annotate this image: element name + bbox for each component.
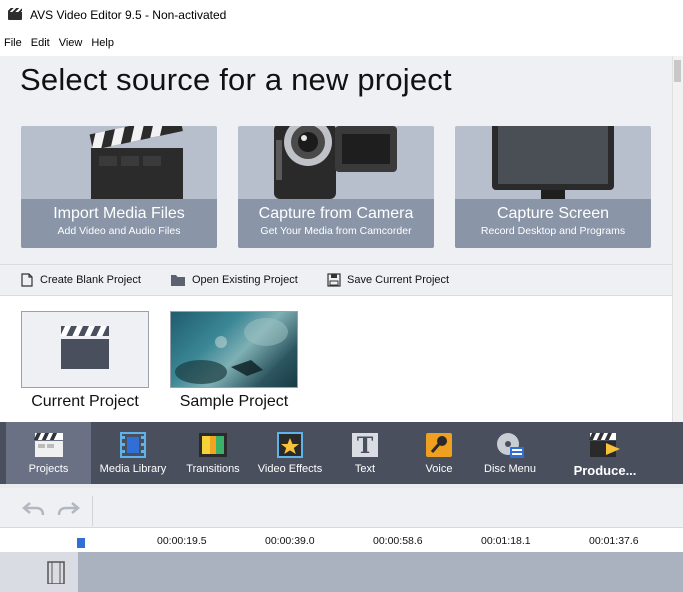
action-label: Open Existing Project [192,274,298,286]
text-icon: T [352,433,378,459]
ruler-tick: 00:01:18.1 [481,535,531,547]
disc-icon [497,433,524,458]
capture-screen-card[interactable]: Capture Screen Record Desktop and Progra… [455,126,651,248]
ruler-tick: 00:01:37.6 [589,535,639,547]
tab-label: Disc Menu [484,463,536,475]
timeline-area: 00:00:19.5 00:00:39.0 00:00:58.6 00:01:1… [0,484,683,592]
title-bar: AVS Video Editor 9.5 - Non-activated [0,0,683,30]
tab-label: Media Library [99,463,167,475]
card-title: Capture from Camera [258,205,414,222]
folder-icon [171,275,185,286]
menu-help[interactable]: Help [90,35,115,51]
tab-label: Produce... [573,463,637,478]
menu-file[interactable]: File [3,35,23,51]
svg-text:T: T [357,433,374,459]
undo-icon[interactable] [22,500,46,516]
microphone-icon [426,433,452,457]
sample-project-thumbnail[interactable] [170,311,298,388]
capture-screen-caption: Capture Screen Record Desktop and Progra… [455,199,651,248]
card-title: Capture Screen [496,205,610,222]
ruler-tick: 00:00:39.0 [265,535,315,547]
capture-camera-card[interactable]: Capture from Camera Get Your Media from … [238,126,434,248]
card-title: Import Media Files [53,205,185,222]
menu-edit[interactable]: Edit [30,35,51,51]
tab-disc-menu[interactable]: Disc Menu [480,422,540,484]
clapperboard-icon [60,326,109,369]
film-icon [120,432,146,458]
action-label: Create Blank Project [40,274,141,286]
recent-projects: Current Project Sample Project [0,296,672,422]
tab-projects[interactable]: Projects [6,422,91,484]
toolbar-divider [92,496,93,526]
capture-camera-caption: Capture from Camera Get Your Media from … [238,199,434,248]
blank-document-icon [21,273,33,287]
import-media-card[interactable]: Import Media Files Add Video and Audio F… [21,126,217,248]
tab-voice[interactable]: Voice [414,422,464,484]
video-track-header [0,552,78,592]
page-title: Select source for a new project [20,62,452,97]
app-icon [8,8,22,20]
card-subtitle: Record Desktop and Programs [480,225,626,237]
open-existing-project-button[interactable]: Open Existing Project [170,273,298,287]
tab-video-effects[interactable]: Video Effects [254,422,326,484]
clapperboard-icon [33,433,63,457]
produce-icon [588,433,620,457]
camcorder-icon [274,126,397,199]
tab-label: Video Effects [257,463,323,475]
card-subtitle: Get Your Media from Camcorder [260,225,412,237]
create-blank-project-button[interactable]: Create Blank Project [20,273,141,287]
underwater-image [175,318,288,384]
timeline-toolbar [0,488,683,528]
sample-project-label[interactable]: Sample Project [154,393,314,411]
transitions-icon [199,433,227,457]
star-film-icon [277,432,303,458]
tab-label: Voice [425,463,453,475]
playhead-marker[interactable] [77,538,85,548]
ruler-tick: 00:00:19.5 [157,535,207,547]
import-media-caption: Import Media Files Add Video and Audio F… [21,199,217,248]
scrollbar-thumb[interactable] [674,60,681,82]
video-track[interactable] [78,552,683,592]
tab-transitions[interactable]: Transitions [180,422,246,484]
produce-button[interactable]: Produce... [566,422,644,484]
current-project-thumbnail[interactable] [21,311,149,388]
tab-label: Transitions [186,463,240,475]
redo-icon[interactable] [56,500,80,516]
project-actions-row: Create Blank Project Open Existing Proje… [0,264,672,296]
tab-label: Projects [28,463,69,475]
action-label: Save Current Project [347,274,450,286]
tab-label: Text [354,463,376,475]
tab-media-library[interactable]: Media Library [96,422,170,484]
clapperboard-icon [89,126,183,199]
save-icon [327,273,341,287]
main-toolbar: Projects Media Library Transitions Video… [0,422,683,484]
tab-text[interactable]: T Text [340,422,390,484]
vertical-scrollbar[interactable] [672,56,683,422]
save-current-project-button[interactable]: Save Current Project [327,273,449,287]
timeline-ruler[interactable]: 00:00:19.5 00:00:39.0 00:00:58.6 00:01:1… [0,528,683,552]
film-strip-icon [47,561,65,584]
ruler-tick: 00:00:58.6 [373,535,423,547]
window-title: AVS Video Editor 9.5 - Non-activated [30,8,227,22]
card-subtitle: Add Video and Audio Files [57,225,181,237]
menu-bar: File Edit View Help [0,30,683,56]
menu-view[interactable]: View [58,35,84,51]
current-project-label[interactable]: Current Project [5,393,165,411]
monitor-icon [492,126,614,199]
